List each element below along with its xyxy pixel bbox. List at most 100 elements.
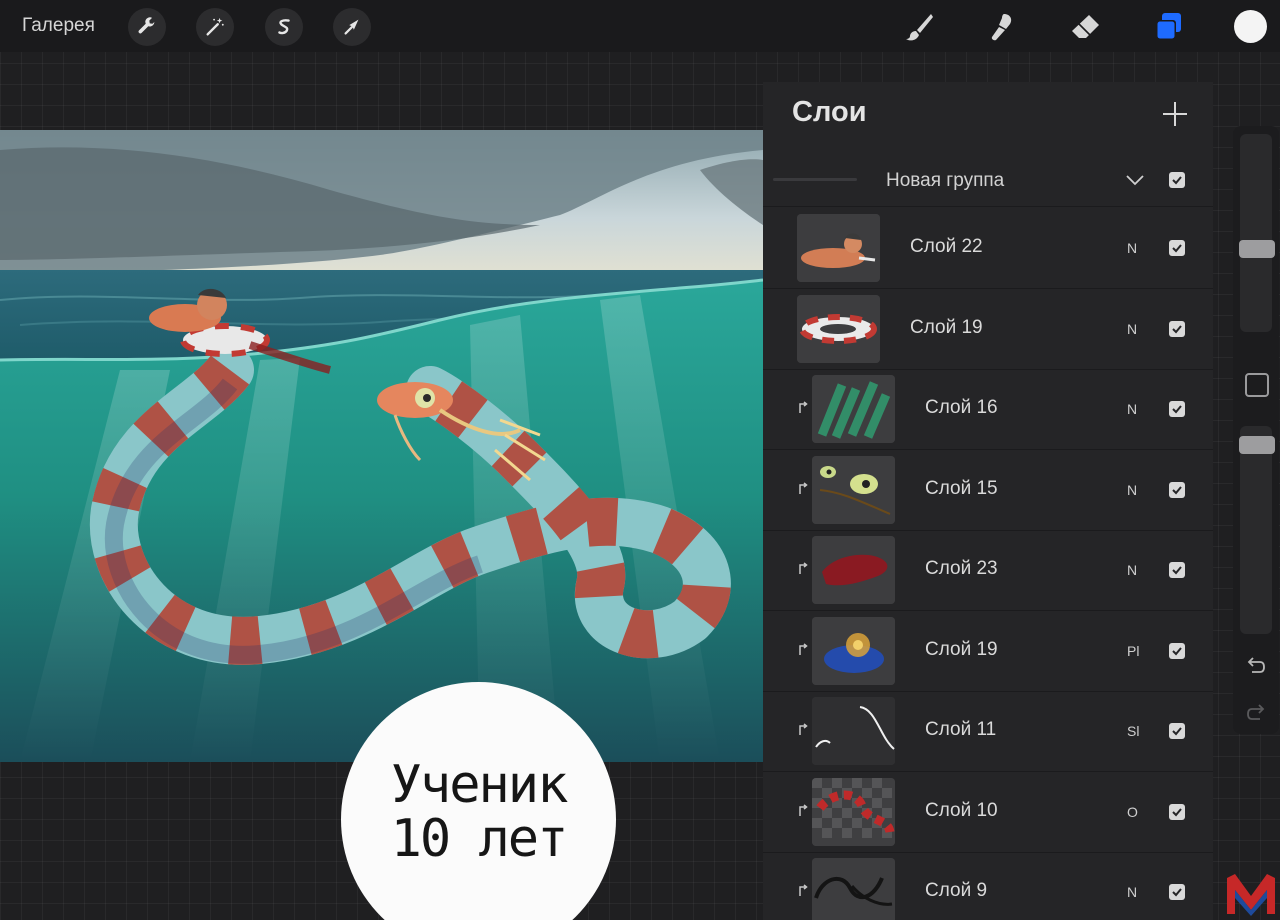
panel-title: Слои xyxy=(792,96,867,128)
layer-row[interactable]: Слой 10 O xyxy=(763,772,1213,853)
layer-name: Слой 19 xyxy=(925,638,998,660)
check-icon xyxy=(1172,176,1182,185)
layer-thumbnail[interactable] xyxy=(812,697,895,765)
chevron-down-icon[interactable] xyxy=(1124,169,1146,191)
adjustments-button[interactable] xyxy=(196,8,234,46)
group-name: Новая группа xyxy=(886,170,1005,191)
blend-mode-button[interactable]: N xyxy=(1127,240,1137,256)
layer-thumbnail[interactable] xyxy=(797,214,880,282)
layer-visibility-checkbox[interactable] xyxy=(1169,642,1185,659)
check-icon xyxy=(1172,566,1182,575)
smudge-tool[interactable] xyxy=(984,9,1020,45)
layer-thumbnail[interactable] xyxy=(797,294,880,363)
layer-name: Слой 10 xyxy=(925,799,998,821)
blend-mode-button[interactable]: N xyxy=(1127,401,1137,417)
right-sidebar xyxy=(1233,126,1279,734)
stamp-line-1: Ученик xyxy=(390,755,569,815)
check-icon xyxy=(1172,244,1182,253)
layer-row[interactable]: Слой 19 N xyxy=(763,289,1213,370)
check-icon xyxy=(1172,405,1182,414)
eraser-icon xyxy=(1072,15,1099,38)
top-toolbar: Галерея xyxy=(0,0,1280,52)
layers-tool[interactable] xyxy=(1150,9,1186,45)
brush-size-thumb[interactable] xyxy=(1239,240,1275,258)
clipping-mask-icon xyxy=(799,642,808,655)
gallery-button[interactable]: Галерея xyxy=(22,15,95,37)
blend-mode-button[interactable]: N xyxy=(1127,562,1137,578)
layer-visibility-checkbox[interactable] xyxy=(1169,481,1185,498)
artwork-sea-serpent xyxy=(0,130,763,762)
selection-icon xyxy=(278,19,290,35)
layer-row[interactable]: Слой 23 N xyxy=(763,530,1213,611)
blend-mode-button[interactable]: Pl xyxy=(1127,643,1139,659)
clipping-mask-icon xyxy=(799,723,808,735)
check-icon xyxy=(1172,646,1182,655)
blend-mode-button[interactable]: O xyxy=(1127,804,1138,820)
group-visibility-checkbox[interactable] xyxy=(1169,172,1185,188)
opacity-slider[interactable] xyxy=(1239,426,1275,634)
clipping-mask-icon xyxy=(799,884,808,896)
layer-row[interactable]: Слой 19 Pl xyxy=(763,611,1213,692)
clipping-mask-icon xyxy=(799,562,808,574)
layer-name: Слой 15 xyxy=(925,477,998,499)
layer-visibility-checkbox[interactable] xyxy=(1169,723,1185,739)
layer-row[interactable]: Слой 22 N xyxy=(763,208,1213,289)
transform-button[interactable] xyxy=(333,8,371,46)
opacity-thumb[interactable] xyxy=(1239,436,1275,454)
layer-group[interactable]: Новая группа xyxy=(763,154,1213,207)
layer-visibility-checkbox[interactable] xyxy=(1169,803,1185,820)
layer-visibility-checkbox[interactable] xyxy=(1169,884,1185,900)
layer-thumbnail[interactable] xyxy=(812,455,895,524)
layer-thumbnail[interactable] xyxy=(812,536,895,604)
plus-icon[interactable] xyxy=(1159,98,1191,130)
transform-arrow-icon xyxy=(344,19,359,35)
check-icon xyxy=(1172,485,1182,494)
watermark-logo xyxy=(1227,874,1275,916)
layer-visibility-checkbox[interactable] xyxy=(1169,240,1185,256)
layer-name: Слой 11 xyxy=(925,719,997,740)
layer-visibility-checkbox[interactable] xyxy=(1169,320,1185,337)
layer-visibility-checkbox[interactable] xyxy=(1169,562,1185,578)
color-picker-button[interactable] xyxy=(1234,10,1267,43)
square-icon[interactable] xyxy=(1245,373,1269,397)
blend-mode-button[interactable]: N xyxy=(1127,482,1137,498)
layer-name: Слой 16 xyxy=(925,397,998,418)
check-icon xyxy=(1172,727,1182,736)
clipping-mask-icon xyxy=(799,481,808,494)
brush-icon xyxy=(906,14,933,41)
blend-mode-button[interactable]: N xyxy=(1127,321,1137,337)
eraser-tool[interactable] xyxy=(1067,9,1103,45)
redo-icon[interactable] xyxy=(1244,701,1268,725)
layer-thumbnail[interactable] xyxy=(812,777,895,846)
blend-mode-button[interactable]: N xyxy=(1127,884,1137,900)
layer-row[interactable]: Слой 9 N xyxy=(763,852,1213,920)
clipping-mask-icon xyxy=(799,401,808,413)
brush-tool[interactable] xyxy=(901,9,937,45)
clipping-mask-icon xyxy=(799,803,808,816)
layer-name: Слой 19 xyxy=(910,316,983,338)
check-icon xyxy=(1172,888,1182,897)
layer-thumbnail[interactable] xyxy=(812,858,895,920)
layer-thumbnail[interactable] xyxy=(812,616,895,685)
blend-mode-button[interactable]: Sl xyxy=(1127,723,1139,739)
actions-wrench-button[interactable] xyxy=(128,8,166,46)
layer-name: Слой 22 xyxy=(910,236,983,257)
layer-row[interactable]: Слой 15 N xyxy=(763,450,1213,531)
brush-size-slider[interactable] xyxy=(1239,134,1275,332)
layer-name: Слой 23 xyxy=(925,558,998,579)
stamp-line-2: 10 лет xyxy=(390,809,569,869)
layer-row[interactable]: Слой 11 Sl xyxy=(763,691,1213,772)
layer-thumbnail[interactable] xyxy=(812,375,895,443)
magic-wand-icon xyxy=(206,17,224,36)
layer-row[interactable]: Слой 16 N xyxy=(763,369,1213,450)
layers-panel: Слои Новая группа Слой 22 N Слой 19 N Слой 1… xyxy=(763,82,1213,920)
group-thumbnail xyxy=(773,178,857,181)
undo-icon[interactable] xyxy=(1244,654,1268,678)
selection-button[interactable] xyxy=(265,8,303,46)
drawing-canvas[interactable] xyxy=(0,130,763,762)
layer-name: Слой 9 xyxy=(925,880,988,901)
wrench-icon xyxy=(138,17,155,34)
smudge-icon xyxy=(991,14,1012,41)
check-icon xyxy=(1172,324,1182,333)
layer-visibility-checkbox[interactable] xyxy=(1169,401,1185,417)
